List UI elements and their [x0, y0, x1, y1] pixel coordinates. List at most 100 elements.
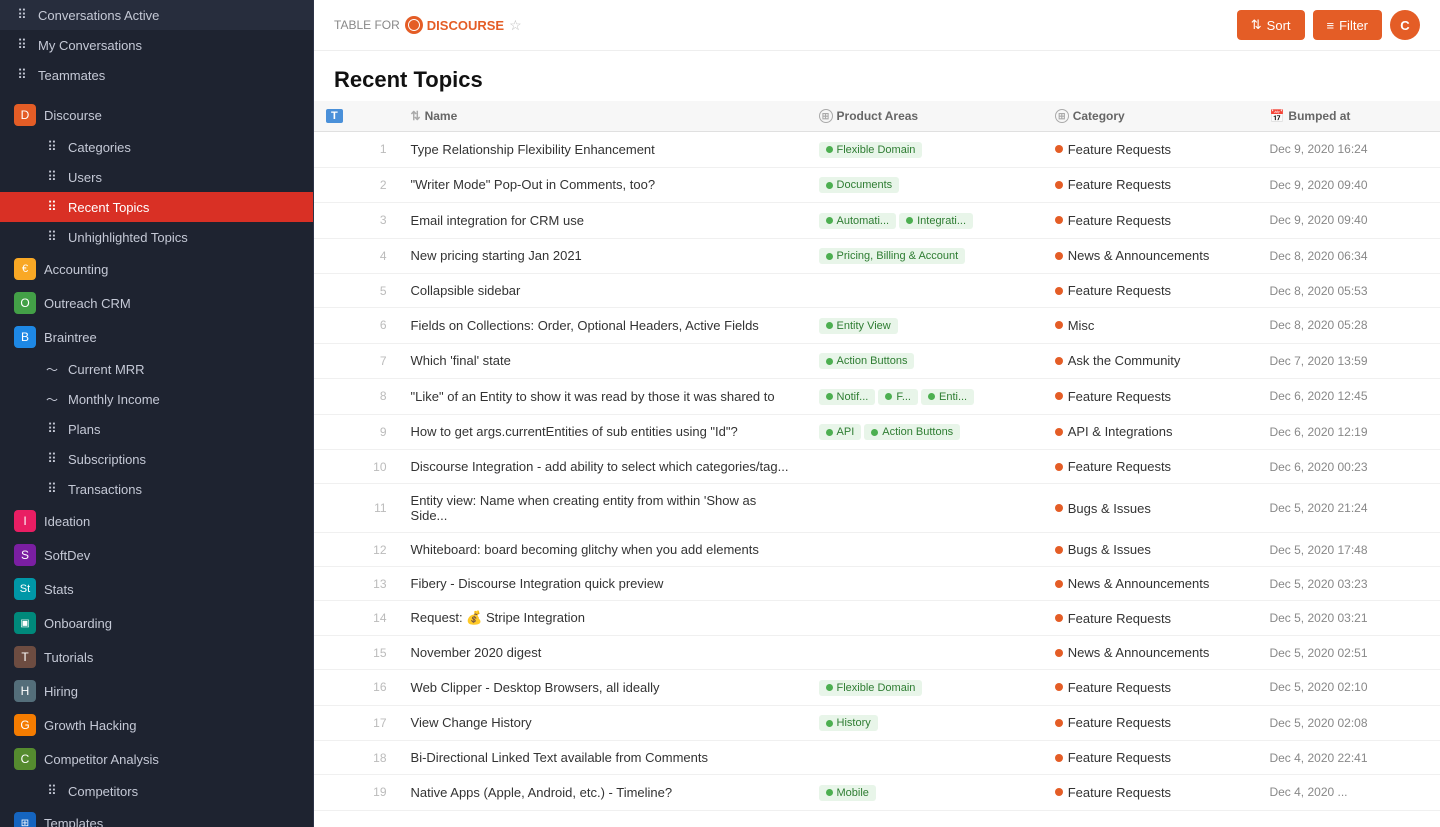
sidebar-item-label: Users [68, 170, 102, 185]
competitor-analysis-group-icon: C [14, 748, 36, 770]
sidebar-item-categories[interactable]: Categories [0, 132, 313, 162]
category-text: Feature Requests [1068, 680, 1171, 695]
filter-button[interactable]: ≡ Filter [1313, 10, 1382, 40]
sidebar-group-label: Stats [44, 582, 74, 597]
th-rownum [358, 101, 399, 132]
sidebar-item-monthly-income[interactable]: 〜 Monthly Income [0, 384, 313, 414]
table-row[interactable]: 8"Like" of an Entity to show it was read… [314, 379, 1440, 415]
sidebar-group-hiring[interactable]: H Hiring [0, 674, 313, 708]
cell-rownum: 5 [358, 274, 399, 308]
outreach-crm-group-icon: O [14, 292, 36, 314]
table-row[interactable]: 9How to get args.currentEntities of sub … [314, 414, 1440, 450]
sidebar-group-onboarding[interactable]: ▣ Onboarding [0, 606, 313, 640]
sidebar-group-discourse[interactable]: D Discourse [0, 98, 313, 132]
sidebar-item-conversations-active[interactable]: Conversations Active [0, 0, 313, 30]
table-row[interactable]: 14Request: 💰 Stripe IntegrationFeature R… [314, 601, 1440, 636]
page-title: Recent Topics [334, 67, 1420, 93]
sidebar-item-plans[interactable]: Plans [0, 414, 313, 444]
tag-badge: History [819, 715, 878, 731]
table-row[interactable]: 1Type Relationship Flexibility Enhanceme… [314, 132, 1440, 168]
sidebar-group-stats[interactable]: St Stats [0, 572, 313, 606]
sidebar-item-teammates[interactable]: Teammates [0, 60, 313, 90]
cell-bumped-at: Dec 6, 2020 12:45 [1257, 379, 1440, 415]
sidebar-group-competitor-analysis[interactable]: C Competitor Analysis [0, 742, 313, 776]
table-row[interactable]: 10Discourse Integration - add ability to… [314, 450, 1440, 484]
tag-badge: Documents [819, 177, 900, 193]
cell-type [314, 414, 358, 450]
sort-button[interactable]: ⇅ Sort [1237, 10, 1305, 40]
sidebar-group-accounting[interactable]: € Accounting [0, 252, 313, 286]
user-avatar[interactable]: C [1390, 10, 1420, 40]
cell-category: Feature Requests [1043, 203, 1258, 239]
table-row[interactable]: 17View Change HistoryHistoryFeature Requ… [314, 705, 1440, 741]
cell-name: Type Relationship Flexibility Enhancemen… [399, 132, 807, 168]
discourse-group-icon: D [14, 104, 36, 126]
sidebar-group-growth-hacking[interactable]: G Growth Hacking [0, 708, 313, 742]
sidebar-item-my-conversations[interactable]: My Conversations [0, 30, 313, 60]
dots-icon [14, 37, 30, 53]
table-row[interactable]: 3Email integration for CRM useAutomati..… [314, 203, 1440, 239]
cell-rownum: 19 [358, 775, 399, 811]
category-dot [1055, 392, 1063, 400]
sidebar-item-competitors[interactable]: Competitors [0, 776, 313, 806]
cell-bumped-at: Dec 9, 2020 09:40 [1257, 167, 1440, 203]
cell-product-areas: APIAction Buttons [807, 414, 1043, 450]
discourse-logo-icon [405, 16, 423, 34]
cell-name: Email integration for CRM use [399, 203, 807, 239]
th-name[interactable]: ⇅ Name [399, 101, 807, 132]
sidebar-item-recent-topics[interactable]: Recent Topics [0, 192, 313, 222]
calendar-icon: 📅 [1269, 109, 1284, 123]
sidebar-item-unhighlighted-topics[interactable]: Unhighlighted Topics [0, 222, 313, 252]
sidebar-item-subscriptions[interactable]: Subscriptions [0, 444, 313, 474]
cell-rownum: 8 [358, 379, 399, 415]
sidebar-item-label: Unhighlighted Topics [68, 230, 188, 245]
sidebar-group-outreach-crm[interactable]: O Outreach CRM [0, 286, 313, 320]
cell-rownum: 9 [358, 414, 399, 450]
category-icon: ⊞ [1055, 109, 1069, 123]
star-icon[interactable]: ☆ [509, 17, 522, 34]
cell-product-areas: Entity View [807, 308, 1043, 344]
table-row[interactable]: 4New pricing starting Jan 2021Pricing, B… [314, 238, 1440, 274]
th-category[interactable]: ⊞ Category [1043, 101, 1258, 132]
cell-rownum: 10 [358, 450, 399, 484]
sidebar-item-current-mrr[interactable]: 〜 Current MRR [0, 354, 313, 384]
sidebar-item-label: Conversations Active [38, 8, 159, 23]
table-row[interactable]: 13Fibery - Discourse Integration quick p… [314, 567, 1440, 601]
cell-product-areas: History [807, 705, 1043, 741]
table-row[interactable]: 5Collapsible sidebarFeature RequestsDec … [314, 274, 1440, 308]
cell-bumped-at: Dec 4, 2020 22:41 [1257, 741, 1440, 775]
hiring-group-icon: H [14, 680, 36, 702]
sidebar-group-softdev[interactable]: S SoftDev [0, 538, 313, 572]
cell-category: News & Announcements [1043, 238, 1258, 274]
cell-name: Whiteboard: board becoming glitchy when … [399, 533, 807, 567]
th-bumped-at[interactable]: 📅 Bumped at [1257, 101, 1440, 132]
sidebar-group-braintree[interactable]: B Braintree [0, 320, 313, 354]
table-row[interactable]: 12Whiteboard: board becoming glitchy whe… [314, 533, 1440, 567]
table-row[interactable]: 16Web Clipper - Desktop Browsers, all id… [314, 670, 1440, 706]
sidebar-group-templates[interactable]: ⊞ Templates [0, 806, 313, 827]
table-row[interactable]: 15November 2020 digestNews & Announcemen… [314, 636, 1440, 670]
th-type: T [314, 101, 358, 132]
cell-type [314, 705, 358, 741]
sidebar-group-tutorials[interactable]: T Tutorials [0, 640, 313, 674]
discourse-label-text: DISCOURSE [427, 18, 504, 33]
dots-icon [44, 139, 60, 155]
cell-bumped-at: Dec 4, 2020 ... [1257, 775, 1440, 811]
cell-name: Which 'final' state [399, 343, 807, 379]
table-row[interactable]: 7Which 'final' stateAction ButtonsAsk th… [314, 343, 1440, 379]
discourse-logo[interactable]: DISCOURSE [405, 16, 504, 34]
table-row[interactable]: 6Fields on Collections: Order, Optional … [314, 308, 1440, 344]
table-row[interactable]: 18Bi-Directional Linked Text available f… [314, 741, 1440, 775]
sidebar-item-label: Recent Topics [68, 200, 149, 215]
cell-category: Feature Requests [1043, 775, 1258, 811]
table-row[interactable]: 11Entity view: Name when creating entity… [314, 484, 1440, 533]
th-product-areas[interactable]: ⊞ Product Areas [807, 101, 1043, 132]
sidebar-group-ideation[interactable]: I Ideation [0, 504, 313, 538]
sidebar-item-users[interactable]: Users [0, 162, 313, 192]
cell-type [314, 601, 358, 636]
table-row[interactable]: 19Native Apps (Apple, Android, etc.) - T… [314, 775, 1440, 811]
main-content: TABLE FOR DISCOURSE ☆ ⇅ Sort ≡ Filter C [314, 0, 1440, 827]
sidebar-item-transactions[interactable]: Transactions [0, 474, 313, 504]
table-row[interactable]: 2"Writer Mode" Pop-Out in Comments, too?… [314, 167, 1440, 203]
table-wrapper[interactable]: T ⇅ Name ⊞ Product Areas [314, 101, 1440, 827]
